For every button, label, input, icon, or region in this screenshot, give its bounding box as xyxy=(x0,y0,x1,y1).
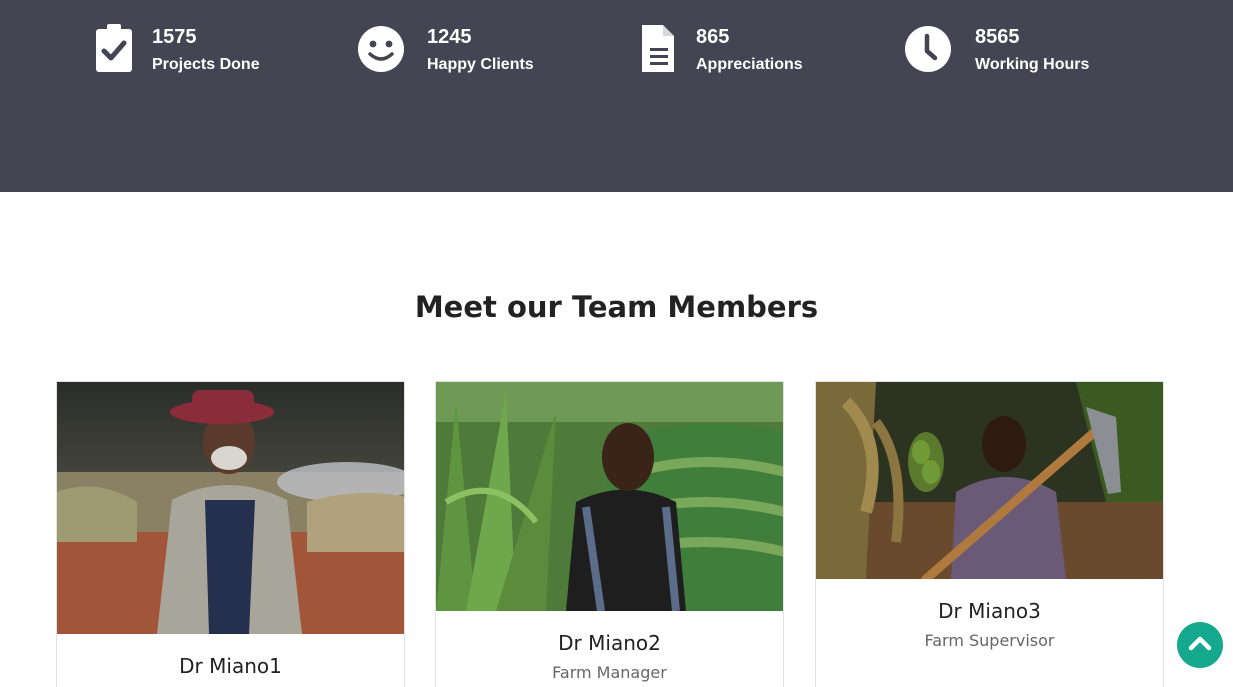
team-member-role: Farm Manager xyxy=(552,663,667,682)
smile-icon xyxy=(357,24,405,74)
chevron-up-icon xyxy=(1188,635,1212,656)
stat-number: 8565 xyxy=(975,26,1020,48)
clipboard-check-icon xyxy=(88,24,136,74)
stat-label: Happy Clients xyxy=(427,56,534,73)
scroll-to-top-button[interactable] xyxy=(1177,622,1223,668)
stat-label: Working Hours xyxy=(975,56,1090,73)
team-member-name: Dr Miano2 xyxy=(558,631,661,655)
team-member-name: Dr Miano1 xyxy=(179,654,282,678)
team-member-photo xyxy=(57,382,404,634)
stat-projects-done: 1575 Projects Done xyxy=(88,24,260,76)
clock-icon xyxy=(904,24,952,74)
team-member-role: Farm Supervisor xyxy=(924,631,1055,650)
stats-band: 1575 Projects Done 1245 Happy Clients 86… xyxy=(0,0,1233,192)
team-member-photo xyxy=(816,382,1163,579)
stat-label: Appreciations xyxy=(696,56,803,73)
stat-number: 1245 xyxy=(427,26,472,48)
stat-number: 1575 xyxy=(152,26,197,48)
team-member-name: Dr Miano3 xyxy=(938,599,1041,623)
stat-happy-clients: 1245 Happy Clients xyxy=(357,24,534,76)
stat-appreciations: 865 Appreciations xyxy=(632,24,803,76)
team-card-1[interactable]: Dr Miano1 xyxy=(56,381,405,687)
stat-label: Projects Done xyxy=(152,56,260,73)
team-member-photo xyxy=(436,382,783,611)
team-card-3[interactable]: Dr Miano3 Farm Supervisor xyxy=(815,381,1164,687)
team-card-2[interactable]: Dr Miano2 Farm Manager xyxy=(435,381,784,687)
section-title: Meet our Team Members xyxy=(414,290,819,324)
stat-working-hours: 8565 Working Hours xyxy=(904,24,1089,76)
document-icon xyxy=(632,24,680,74)
stat-number: 865 xyxy=(696,26,730,48)
